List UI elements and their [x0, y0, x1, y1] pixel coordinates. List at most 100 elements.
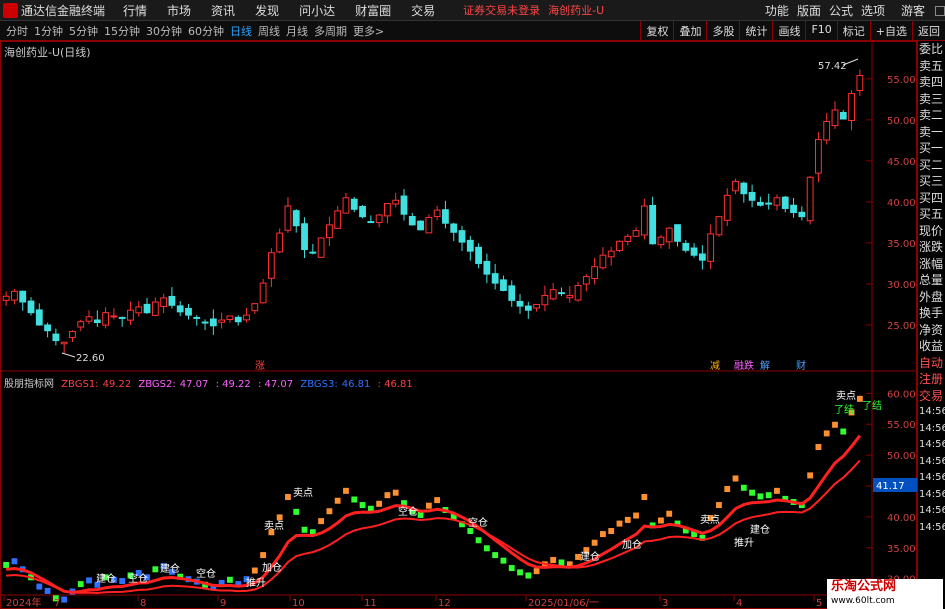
side-item-8[interactable]: 买三 — [918, 173, 945, 190]
candle-body — [292, 210, 300, 227]
side-item-19[interactable]: 自动 — [918, 355, 945, 372]
indicator-annotation: 加仓 — [262, 561, 282, 574]
period-tick[interactable]: 分时 — [6, 23, 28, 39]
candle-body — [541, 294, 549, 306]
tool-add-watch[interactable]: +自选 — [869, 21, 912, 41]
indicator-bar — [36, 583, 43, 590]
trade-login-notice[interactable]: 证券交易未登录 — [463, 2, 540, 18]
candle-body — [607, 250, 615, 258]
side-item-10[interactable]: 买五 — [918, 206, 945, 223]
menu-discover[interactable]: 发现 — [255, 2, 279, 19]
menu-trade[interactable]: 交易 — [411, 2, 435, 19]
candle-body — [69, 331, 76, 339]
indicator-bar — [152, 566, 159, 573]
app-logo-icon — [3, 2, 18, 18]
menu-market[interactable]: 市场 — [167, 2, 191, 19]
side-time-1: 14:56 — [919, 422, 945, 434]
period-weekly[interactable]: 周线 — [258, 23, 280, 39]
side-item-18[interactable]: 收益 — [918, 338, 945, 355]
candle-body — [367, 221, 375, 224]
candle-body — [85, 316, 93, 322]
indicator-bar — [351, 496, 358, 503]
indicator-bar — [558, 559, 565, 566]
indicator-title[interactable]: 股朋指标网 — [4, 379, 54, 390]
side-item-14[interactable]: 总量 — [918, 272, 945, 289]
side-item-9[interactable]: 买四 — [918, 190, 945, 207]
main-ytick-label: 55.00 — [887, 75, 916, 86]
menu-options[interactable]: 选项 — [861, 2, 885, 19]
indicator-bar — [434, 497, 441, 504]
indicator-bar — [724, 486, 731, 492]
period-daily[interactable]: 日线 — [230, 23, 252, 39]
indicator-bar — [260, 552, 266, 559]
candle-body — [690, 247, 698, 256]
main-ytick-label: 45.00 — [887, 157, 916, 168]
menu-function[interactable]: 功能 — [765, 2, 789, 19]
main-chart-title[interactable]: 海创药业-U(日线) — [4, 44, 91, 60]
side-item-12[interactable]: 涨跌 — [918, 239, 945, 256]
menu-quotes[interactable]: 行情 — [123, 2, 147, 19]
tool-adjust[interactable]: 复权 — [640, 21, 673, 41]
side-item-4[interactable]: 卖二 — [918, 107, 945, 124]
tool-overlay[interactable]: 叠加 — [673, 21, 706, 41]
period-more[interactable]: 更多> — [353, 23, 384, 39]
tool-multi-stock[interactable]: 多股 — [706, 21, 739, 41]
side-item-20[interactable]: 注册 — [918, 371, 945, 388]
tool-f10[interactable]: F10 — [805, 21, 836, 41]
tool-back[interactable]: 返回 — [912, 21, 945, 41]
candle-body — [616, 240, 623, 251]
side-item-13[interactable]: 涨幅 — [918, 256, 945, 273]
candle-body — [417, 220, 424, 231]
side-item-6[interactable]: 买一 — [918, 140, 945, 157]
tool-stats[interactable]: 统计 — [739, 21, 772, 41]
candle-body — [815, 139, 822, 174]
marker-unlock[interactable]: 解 — [760, 359, 770, 372]
ind-ytick-label: 40.00 — [887, 513, 916, 524]
candle-body — [558, 292, 565, 295]
period-5min[interactable]: 5分钟 — [69, 23, 98, 39]
side-item-21[interactable]: 交易 — [918, 388, 945, 405]
side-item-2[interactable]: 卖四 — [918, 74, 945, 91]
indicator-bar — [774, 487, 780, 494]
menu-formula[interactable]: 公式 — [829, 2, 853, 19]
candle-body — [77, 321, 85, 328]
side-item-7[interactable]: 买二 — [918, 157, 945, 174]
side-item-11[interactable]: 现价 — [918, 223, 945, 240]
menu-layout[interactable]: 版面 — [797, 2, 821, 19]
period-30min[interactable]: 30分钟 — [146, 23, 182, 39]
side-item-3[interactable]: 卖三 — [918, 91, 945, 108]
side-item-0[interactable]: 委比 — [918, 41, 945, 58]
period-60min[interactable]: 60分钟 — [188, 23, 224, 39]
menu-wealth[interactable]: 财富圈 — [355, 2, 391, 19]
tool-mark[interactable]: 标记 — [836, 21, 870, 41]
period-multi[interactable]: 多周期 — [314, 23, 347, 39]
period-15min[interactable]: 15分钟 — [104, 23, 140, 39]
indicator-bar — [666, 510, 673, 517]
marker-margin[interactable]: 融跌 — [734, 359, 754, 372]
side-item-15[interactable]: 外盘 — [918, 289, 945, 306]
candle-body — [301, 223, 308, 250]
side-item-5[interactable]: 卖一 — [918, 124, 945, 141]
period-1min[interactable]: 1分钟 — [34, 23, 63, 39]
marker-finance[interactable]: 财 — [796, 359, 806, 372]
indicator-bar — [86, 577, 92, 584]
minimize-icon[interactable] — [935, 5, 945, 16]
indicator-bar — [384, 492, 391, 499]
marker-rise[interactable]: 涨 — [255, 360, 265, 372]
xtick-label: 10 — [292, 598, 305, 609]
indicator-bar — [757, 493, 764, 500]
period-monthly[interactable]: 月线 — [286, 23, 308, 39]
chart-area[interactable]: 卖点卖点卖点了结 了结空仓 空仓空仓空仓建仓建仓建仓加仓加仓推升推升建仓卖点 55.… — [0, 41, 917, 609]
guest-label[interactable]: 游客 — [901, 2, 925, 19]
side-item-17[interactable]: 净资 — [918, 322, 945, 339]
tool-draw[interactable]: 画线 — [772, 21, 805, 41]
marker-reduce[interactable]: 减 — [710, 360, 720, 372]
menu-news[interactable]: 资讯 — [211, 2, 235, 19]
candle-body — [93, 319, 101, 324]
indicator-annotation: 建仓 — [96, 572, 116, 585]
side-item-16[interactable]: 换手 — [918, 305, 945, 322]
indicator-bar — [44, 587, 51, 594]
side-item-1[interactable]: 卖五 — [918, 58, 945, 75]
candle-body — [491, 273, 499, 284]
menu-ask[interactable]: 问小达 — [299, 2, 335, 19]
